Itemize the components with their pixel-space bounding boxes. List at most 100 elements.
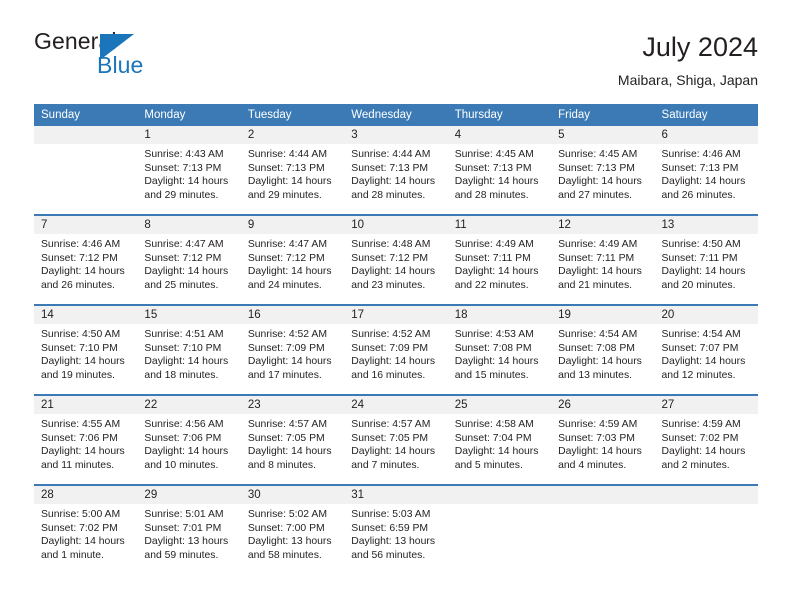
- day-details: Sunrise: 4:56 AM Sunset: 7:06 PM Daylight:…: [137, 414, 240, 472]
- day-cell-content: 15 Sunrise: 4:51 AM Sunset: 7:10 PM Dayligh…: [137, 306, 241, 395]
- day-details: Sunrise: 4:54 AM Sunset: 7:08 PM Daylight:…: [551, 324, 654, 382]
- day-number: 14: [34, 306, 138, 325]
- day-details: Sunrise: 4:59 AM Sunset: 7:03 PM Daylight:…: [551, 414, 654, 472]
- calendar-day-cell[interactable]: 30 Sunrise: 5:02 AM Sunset: 7:00 PM Dayligh…: [240, 484, 345, 577]
- calendar-day-cell[interactable]: 9 Sunrise: 4:47 AM Sunset: 7:12 PM Daylight…: [240, 214, 345, 306]
- sunset-time: Sunset: 7:06 PM: [41, 432, 118, 444]
- sunset-time: Sunset: 7:13 PM: [247, 162, 325, 174]
- daylight-duration-line2: and 8 minutes.: [247, 459, 317, 471]
- calendar-day-cell[interactable]: 2 Sunrise: 4:44 AM Sunset: 7:13 PM Daylight…: [240, 126, 345, 215]
- sunset-time: Sunset: 7:09 PM: [247, 342, 325, 354]
- calendar-day-cell[interactable]: 7 Sunrise: 4:46 AM Sunset: 7:12 PM Daylight…: [34, 214, 138, 306]
- calendar-day-cell[interactable]: 3 Sunrise: 4:44 AM Sunset: 7:13 PM Daylight…: [344, 126, 448, 215]
- calendar-day-cell[interactable]: 13 Sunrise: 4:50 AM Sunset: 7:11 PM Dayligh…: [654, 214, 758, 306]
- calendar-day-cell[interactable]: 19 Sunrise: 4:54 AM Sunset: 7:08 PM Dayligh…: [551, 304, 655, 396]
- day-number: [34, 126, 138, 145]
- day-cell-content: 17 Sunrise: 4:52 AM Sunset: 7:09 PM Dayligh…: [344, 306, 448, 395]
- calendar-day-cell[interactable]: 10 Sunrise: 4:48 AM Sunset: 7:12 PM Dayligh…: [344, 214, 448, 306]
- day-number: 21: [34, 396, 138, 415]
- day-details: Sunrise: 4:51 AM Sunset: 7:10 PM Daylight:…: [137, 324, 240, 382]
- calendar-day-cell[interactable]: 18 Sunrise: 4:53 AM Sunset: 7:08 PM Dayligh…: [447, 304, 552, 396]
- sunset-time: Sunset: 7:11 PM: [558, 252, 635, 264]
- calendar-day-cell[interactable]: 16 Sunrise: 4:52 AM Sunset: 7:09 PM Dayligh…: [240, 304, 345, 396]
- day-cell-content: 27 Sunrise: 4:59 AM Sunset: 7:02 PM Dayligh…: [654, 396, 758, 485]
- sunrise-time: Sunrise: 4:50 AM: [41, 329, 121, 341]
- calendar-day-cell[interactable]: 25 Sunrise: 4:58 AM Sunset: 7:04 PM Dayligh…: [447, 394, 552, 486]
- day-number: 30: [240, 486, 345, 505]
- brand-name-blue: Blue: [97, 52, 144, 78]
- daylight-duration-line1: Daylight: 14 hours: [558, 356, 642, 368]
- calendar-day-cell[interactable]: 14 Sunrise: 4:50 AM Sunset: 7:10 PM Dayligh…: [34, 304, 138, 396]
- day-cell-content: 14 Sunrise: 4:50 AM Sunset: 7:10 PM Dayligh…: [34, 306, 138, 395]
- sunrise-time: Sunrise: 5:01 AM: [144, 509, 224, 521]
- daylight-duration-line2: and 4 minutes.: [558, 459, 627, 471]
- day-cell-content: 29 Sunrise: 5:01 AM Sunset: 7:01 PM Dayligh…: [137, 486, 241, 577]
- sunset-time: Sunset: 7:09 PM: [351, 342, 429, 354]
- sunrise-time: Sunrise: 4:57 AM: [351, 419, 431, 431]
- day-cell-content: [447, 486, 552, 577]
- sunrise-time: Sunrise: 4:56 AM: [144, 419, 224, 431]
- sunrise-time: Sunrise: 4:52 AM: [247, 329, 327, 341]
- day-cell-content: 30 Sunrise: 5:02 AM Sunset: 7:00 PM Dayligh…: [240, 486, 345, 577]
- day-details: Sunrise: 4:53 AM Sunset: 7:08 PM Daylight:…: [448, 324, 551, 382]
- weekday-header-saturday: Saturday: [654, 104, 758, 127]
- calendar-day-cell[interactable]: 26 Sunrise: 4:59 AM Sunset: 7:03 PM Dayligh…: [551, 394, 655, 486]
- weekday-header-tuesday: Tuesday: [240, 104, 345, 127]
- calendar-day-cell[interactable]: 12 Sunrise: 4:49 AM Sunset: 7:11 PM Dayligh…: [551, 214, 655, 306]
- calendar-day-cell[interactable]: 1 Sunrise: 4:43 AM Sunset: 7:13 PM Daylight…: [137, 126, 241, 215]
- daylight-duration-line2: and 21 minutes.: [558, 279, 633, 291]
- sunset-time: Sunset: 7:02 PM: [661, 432, 739, 444]
- calendar-day-cell[interactable]: 15 Sunrise: 4:51 AM Sunset: 7:10 PM Dayligh…: [137, 304, 241, 396]
- day-details: Sunrise: 4:46 AM Sunset: 7:13 PM Daylight:…: [655, 144, 758, 202]
- calendar-day-cell[interactable]: 21 Sunrise: 4:55 AM Sunset: 7:06 PM Dayligh…: [34, 394, 138, 486]
- calendar-day-cell[interactable]: 23 Sunrise: 4:57 AM Sunset: 7:05 PM Dayligh…: [240, 394, 345, 486]
- calendar-day-cell[interactable]: 6 Sunrise: 4:46 AM Sunset: 7:13 PM Daylight…: [654, 126, 758, 215]
- sunset-time: Sunset: 7:05 PM: [351, 432, 429, 444]
- day-number: 11: [447, 216, 552, 235]
- calendar-week-row: 14 Sunrise: 4:50 AM Sunset: 7:10 PM Dayligh…: [34, 304, 758, 396]
- calendar-day-cell[interactable]: 11 Sunrise: 4:49 AM Sunset: 7:11 PM Dayligh…: [447, 214, 552, 306]
- calendar-day-cell[interactable]: 22 Sunrise: 4:56 AM Sunset: 7:06 PM Dayligh…: [137, 394, 241, 486]
- daylight-duration-line2: and 13 minutes.: [558, 369, 633, 381]
- sunrise-time: Sunrise: 4:48 AM: [351, 239, 431, 251]
- daylight-duration-line2: and 28 minutes.: [351, 189, 426, 201]
- sunrise-time: Sunrise: 4:46 AM: [41, 239, 121, 251]
- calendar-day-cell[interactable]: 8 Sunrise: 4:47 AM Sunset: 7:12 PM Daylight…: [137, 214, 241, 306]
- day-number: 18: [447, 306, 552, 325]
- calendar-day-cell[interactable]: 27 Sunrise: 4:59 AM Sunset: 7:02 PM Dayligh…: [654, 394, 758, 486]
- day-number: 4: [447, 126, 552, 145]
- weekday-header-monday: Monday: [137, 104, 241, 127]
- sunset-time: Sunset: 7:12 PM: [41, 252, 118, 264]
- day-number: 24: [344, 396, 448, 415]
- day-cell-content: [34, 126, 138, 215]
- daylight-duration-line1: Daylight: 14 hours: [558, 446, 642, 458]
- day-cell-content: [654, 486, 758, 577]
- daylight-duration-line2: and 59 minutes.: [144, 549, 219, 561]
- calendar-day-cell[interactable]: 5 Sunrise: 4:45 AM Sunset: 7:13 PM Daylight…: [551, 126, 655, 215]
- calendar-body: 1 Sunrise: 4:43 AM Sunset: 7:13 PM Daylight…: [34, 126, 758, 577]
- daylight-duration-line2: and 19 minutes.: [41, 369, 115, 381]
- day-details: Sunrise: 4:50 AM Sunset: 7:10 PM Daylight:…: [34, 324, 137, 382]
- calendar-day-cell[interactable]: 31 Sunrise: 5:03 AM Sunset: 6:59 PM Dayligh…: [344, 484, 448, 577]
- calendar-day-cell[interactable]: 4 Sunrise: 4:45 AM Sunset: 7:13 PM Daylight…: [447, 126, 552, 215]
- calendar-day-cell[interactable]: 17 Sunrise: 4:52 AM Sunset: 7:09 PM Dayligh…: [344, 304, 448, 396]
- day-number: 22: [137, 396, 241, 415]
- calendar-day-cell[interactable]: 24 Sunrise: 4:57 AM Sunset: 7:05 PM Dayligh…: [344, 394, 448, 486]
- day-number: 28: [34, 486, 138, 505]
- day-details: Sunrise: 5:02 AM Sunset: 7:00 PM Daylight:…: [241, 504, 344, 562]
- calendar-day-cell: [654, 484, 758, 577]
- calendar-day-cell[interactable]: 29 Sunrise: 5:01 AM Sunset: 7:01 PM Dayligh…: [137, 484, 241, 577]
- sunset-time: Sunset: 7:12 PM: [247, 252, 325, 264]
- title-block: July 2024 Maibara, Shiga, Japan: [618, 30, 758, 88]
- sunset-time: Sunset: 7:13 PM: [454, 162, 532, 174]
- brand-logo[interactable]: General Blue: [34, 30, 164, 82]
- day-cell-content: 8 Sunrise: 4:47 AM Sunset: 7:12 PM Daylight…: [137, 216, 241, 305]
- sunset-time: Sunset: 7:12 PM: [351, 252, 429, 264]
- sunrise-time: Sunrise: 4:49 AM: [454, 239, 534, 251]
- day-cell-content: 12 Sunrise: 4:49 AM Sunset: 7:11 PM Dayligh…: [551, 216, 655, 305]
- sunrise-time: Sunrise: 4:46 AM: [661, 149, 741, 161]
- calendar-day-cell[interactable]: 20 Sunrise: 4:54 AM Sunset: 7:07 PM Dayligh…: [654, 304, 758, 396]
- daylight-duration-line2: and 28 minutes.: [454, 189, 529, 201]
- calendar-day-cell[interactable]: 28 Sunrise: 5:00 AM Sunset: 7:02 PM Dayligh…: [34, 484, 138, 577]
- day-number: 31: [344, 486, 448, 505]
